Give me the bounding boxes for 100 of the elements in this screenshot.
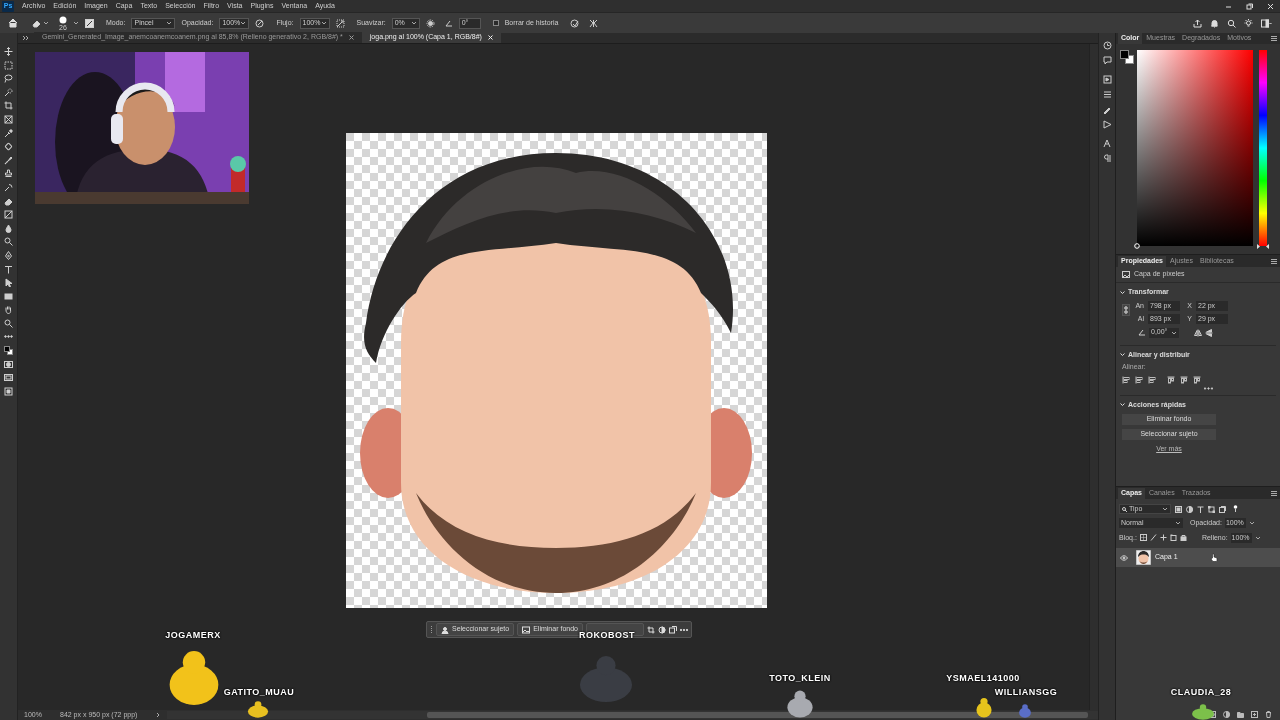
frame-tool-icon[interactable] [4, 114, 13, 124]
scroll-bar[interactable] [167, 711, 1098, 719]
link-icon[interactable] [1122, 303, 1130, 316]
quick-select-icon[interactable] [4, 87, 13, 97]
eyedropper-icon[interactable] [4, 128, 13, 138]
chevron-icon[interactable] [1120, 289, 1125, 295]
crop-icon[interactable] [646, 625, 655, 634]
stamp-tool-icon[interactable] [4, 169, 13, 179]
more-icon[interactable] [1203, 386, 1213, 390]
type-tool-icon[interactable] [4, 264, 13, 274]
checkbox[interactable] [492, 20, 499, 26]
align-right-icon[interactable] [1148, 375, 1156, 384]
character-icon[interactable] [1102, 139, 1112, 148]
trash-icon[interactable] [1265, 711, 1272, 718]
learn-icon[interactable] [1102, 75, 1112, 84]
hand-tool-icon[interactable] [4, 305, 13, 315]
lock-paint-icon[interactable] [1149, 534, 1157, 542]
home-icon[interactable] [8, 18, 18, 28]
blur-tool-icon[interactable] [4, 223, 13, 233]
pixel-filter-icon[interactable] [1175, 505, 1182, 513]
transform-icon[interactable] [668, 625, 677, 634]
actions-icon[interactable] [1102, 120, 1112, 129]
hue-slider[interactable] [1259, 50, 1267, 246]
adjustment-icon[interactable] [657, 625, 666, 634]
pressure-icon[interactable] [255, 18, 265, 28]
chevron-icon[interactable] [1120, 352, 1125, 358]
rectangle-tool-icon[interactable] [4, 291, 13, 301]
eraser-tool-icon[interactable] [4, 196, 13, 206]
history-icon[interactable] [1102, 41, 1112, 50]
lightbulb-icon[interactable] [1244, 18, 1253, 28]
bell-icon[interactable] [1210, 18, 1219, 28]
crop-tool-icon[interactable] [4, 101, 13, 111]
lock-pixels-icon[interactable] [1139, 534, 1147, 542]
eraser-icon[interactable] [32, 18, 41, 28]
color-picker[interactable] [1137, 50, 1253, 246]
chevron-icon[interactable] [1120, 402, 1125, 408]
adjustments-icon[interactable] [1102, 90, 1112, 99]
flip-vertical-icon[interactable] [1205, 328, 1213, 337]
picker-handle-icon[interactable] [1134, 243, 1140, 249]
caret-right-icon[interactable] [156, 712, 161, 718]
collapse-icon[interactable] [22, 35, 30, 41]
share-icon[interactable] [1193, 18, 1202, 28]
person-icon [441, 625, 449, 634]
path-select-icon[interactable] [4, 278, 13, 288]
grip-icon[interactable] [430, 624, 433, 635]
caret-icon [73, 20, 79, 26]
pen-tool-icon[interactable] [4, 250, 13, 260]
screen-mode-icon[interactable] [4, 373, 13, 383]
workspace-icon[interactable] [1261, 18, 1272, 28]
marquee-tool-icon[interactable] [4, 60, 13, 70]
new-adjustment-icon[interactable] [1223, 711, 1230, 718]
image-icon [522, 625, 531, 634]
quick-mask-icon[interactable] [4, 359, 13, 369]
type-filter-icon[interactable] [1197, 505, 1204, 513]
brush-tool-icon[interactable] [4, 155, 13, 165]
artboard-icon[interactable] [4, 386, 13, 396]
zoom-tool-icon[interactable] [4, 318, 13, 328]
caret-icon [166, 20, 173, 26]
symmetry-icon[interactable] [570, 18, 580, 28]
paragraph-icon[interactable] [1102, 154, 1112, 163]
shape-filter-icon[interactable] [1208, 505, 1215, 513]
comment-icon[interactable] [1102, 56, 1112, 65]
filter-toggle-icon[interactable] [1233, 505, 1238, 513]
align-left-icon[interactable] [1122, 375, 1130, 384]
align-middle-icon[interactable] [1180, 375, 1188, 384]
close-icon[interactable] [348, 35, 354, 40]
slider-thumb[interactable] [1257, 243, 1269, 249]
align-center-icon[interactable] [1135, 375, 1143, 384]
dodge-tool-icon[interactable] [4, 237, 13, 247]
smart-object-filter-icon[interactable] [1219, 505, 1226, 513]
lock-position-icon[interactable] [1159, 534, 1167, 542]
eye-icon[interactable] [1120, 554, 1128, 561]
folder-icon[interactable] [1237, 711, 1244, 718]
airbrush-icon[interactable] [335, 18, 345, 28]
history-brush-icon[interactable] [4, 182, 13, 192]
align-top-icon[interactable] [1167, 375, 1175, 384]
menu-icon[interactable] [1271, 490, 1277, 496]
restore-icon[interactable] [1246, 2, 1253, 10]
brush-settings-icon[interactable] [85, 18, 94, 28]
color-swatches-icon[interactable] [4, 346, 13, 356]
butterfly-icon[interactable] [589, 18, 599, 28]
healing-brush-icon[interactable] [4, 142, 13, 152]
new-layer-icon[interactable] [1251, 711, 1258, 718]
move-tool-icon[interactable] [4, 47, 13, 56]
adjustment-filter-icon[interactable] [1186, 505, 1193, 513]
viewer-name: GATITO_MUAU [223, 686, 295, 699]
brush-preview-icon[interactable] [59, 15, 67, 24]
gradient-tool-icon[interactable] [4, 210, 13, 220]
lasso-tool-icon[interactable] [4, 74, 13, 84]
color-swatches-icon[interactable] [1120, 50, 1134, 64]
menu-icon[interactable] [1271, 36, 1277, 41]
align-bottom-icon[interactable] [1193, 375, 1201, 384]
flip-horizontal-icon[interactable] [1194, 328, 1202, 337]
search-icon[interactable] [1227, 18, 1236, 28]
caret-icon [1175, 520, 1181, 527]
menu-icon[interactable] [1271, 258, 1277, 264]
settings-icon[interactable] [425, 18, 435, 28]
lock-artboard-icon[interactable] [1169, 534, 1177, 542]
lock-all-icon[interactable] [1179, 534, 1187, 542]
brush-panel-icon[interactable] [1102, 105, 1112, 114]
